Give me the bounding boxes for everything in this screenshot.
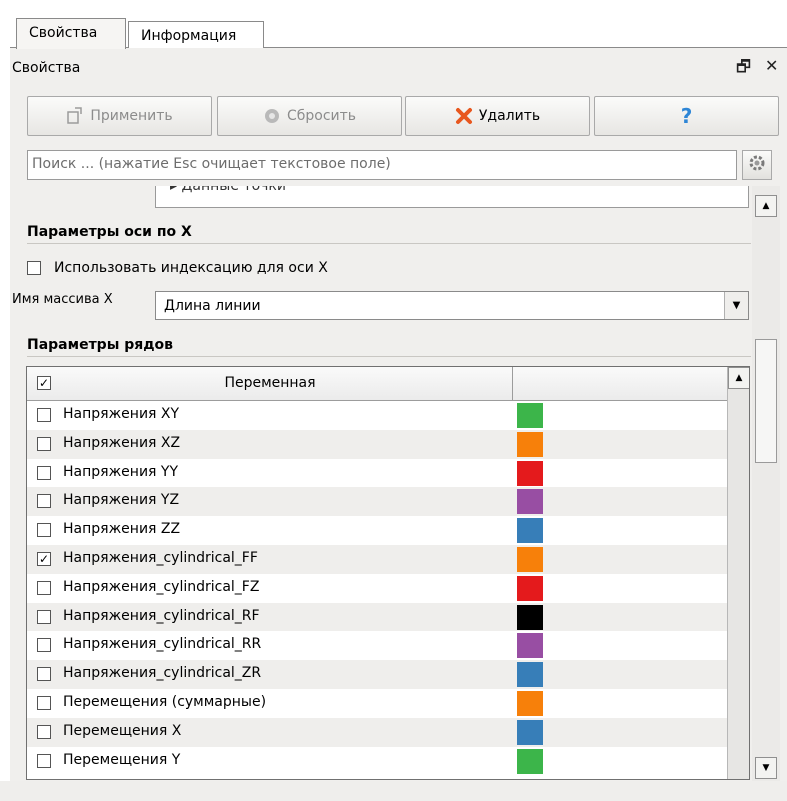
series-color-swatch[interactable] — [517, 431, 543, 457]
series-color-swatch[interactable] — [517, 518, 543, 544]
series-color-swatch[interactable] — [517, 575, 543, 601]
series-name: Напряжения YZ — [63, 492, 180, 509]
series-color-swatch[interactable] — [517, 460, 543, 486]
column-variable-label: Переменная — [224, 375, 316, 391]
series-name: Перемещения (суммарные) — [63, 694, 267, 710]
tab-properties[interactable]: Свойства — [16, 18, 126, 49]
series-checkbox[interactable] — [37, 724, 51, 739]
series-color-swatch[interactable] — [517, 604, 543, 630]
series-name: Напряжения XZ — [63, 434, 181, 451]
series-name: Напряжения_cylindrical_FZ — [63, 578, 260, 595]
panel-scroll-up-button[interactable]: ▲ — [755, 195, 777, 217]
array-name-label: Имя масcива X — [12, 292, 113, 307]
bottom-strip — [0, 781, 787, 801]
series-color-swatch[interactable] — [517, 489, 543, 515]
gear-icon — [747, 153, 767, 177]
tab-information[interactable]: Информация — [128, 21, 264, 48]
table-row[interactable]: ✓ Напряжения_cylindrical_FF — [27, 545, 727, 574]
chevron-down-icon[interactable]: ▼ — [724, 292, 748, 319]
point-data-item: ▸ Данные точки — [170, 186, 286, 194]
series-section-title: Параметры рядов — [27, 337, 174, 353]
table-row[interactable]: Напряжения_cylindrical_RF — [27, 602, 727, 632]
series-name: Напряжения_cylindrical_RR — [63, 636, 262, 653]
table-row[interactable]: Перемещения X — [27, 717, 727, 747]
series-checkbox[interactable]: ✓ — [37, 552, 51, 566]
reset-icon — [263, 107, 281, 125]
point-data-list[interactable]: ▸ Данные точки — [155, 186, 749, 208]
table-header: ✓ Переменная — [27, 367, 727, 401]
table-row[interactable]: Напряжения ZZ — [27, 516, 727, 545]
series-checkbox[interactable] — [37, 667, 51, 682]
apply-label: Применить — [90, 108, 173, 124]
help-icon: ? — [680, 104, 693, 128]
table-row[interactable]: Напряжения_cylindrical_RR — [27, 631, 727, 660]
series-color-swatch[interactable] — [517, 691, 543, 716]
apply-button[interactable]: Применить — [27, 96, 212, 136]
table-row[interactable]: Перемещения Y — [27, 747, 727, 776]
panel-scroll-thumb[interactable] — [755, 339, 777, 463]
use-index-option[interactable]: Использовать индексацию для оси X — [27, 260, 427, 280]
settings-button[interactable] — [742, 150, 772, 180]
series-name: Напряжения_cylindrical_ZR — [63, 665, 262, 682]
table-row[interactable]: Напряжения YZ — [27, 487, 727, 517]
use-index-label: Использовать индексацию для оси X — [54, 260, 328, 276]
series-name: Напряжения YY — [63, 463, 179, 480]
delete-button[interactable]: Удалить — [405, 96, 590, 136]
panel-title: Свойства — [12, 60, 81, 76]
x-array-select[interactable]: Длина линии ▼ — [155, 291, 749, 320]
reset-label: Сбросить — [286, 108, 357, 124]
table-row[interactable]: Напряжения_cylindrical_FZ — [27, 574, 727, 603]
column-header-variable[interactable]: ✓ Переменная — [27, 367, 513, 400]
apply-icon — [66, 107, 84, 125]
series-color-swatch[interactable] — [517, 403, 543, 428]
x-array-value: Длина линии — [164, 298, 261, 314]
series-checkbox[interactable] — [37, 580, 51, 595]
table-row[interactable]: Напряжения XY — [27, 401, 727, 430]
series-checkbox[interactable] — [37, 638, 51, 653]
series-name: Перемещения Y — [63, 751, 181, 768]
table-scrollbar[interactable]: ▲ — [727, 367, 749, 779]
series-checkbox[interactable] — [37, 609, 51, 624]
divider — [27, 243, 751, 244]
series-color-swatch[interactable] — [517, 719, 543, 745]
scroll-up-button[interactable]: ▲ — [728, 367, 749, 389]
series-checkbox[interactable] — [37, 696, 51, 710]
series-name: Перемещения X — [63, 722, 182, 739]
series-checkbox[interactable] — [37, 408, 51, 422]
close-icon[interactable]: ✕ — [765, 56, 778, 75]
series-checkbox[interactable] — [37, 436, 51, 451]
series-table: ✓ Переменная Напряжения XY Напряжения XZ Н… — [26, 366, 750, 780]
reset-button[interactable]: Сбросить — [217, 96, 402, 136]
use-index-checkbox[interactable] — [27, 261, 41, 275]
panel-scroll-down-button[interactable]: ▼ — [755, 757, 777, 779]
search-input[interactable]: Поиск ... (нажатие Esc очищает текстовое… — [27, 150, 737, 180]
table-row[interactable]: Напряжения YY — [27, 459, 727, 488]
series-checkbox[interactable] — [37, 494, 51, 509]
divider — [27, 356, 751, 357]
table-row[interactable]: Перемещения (суммарные) — [27, 689, 727, 718]
table-row[interactable]: Напряжения_cylindrical_ZR — [27, 660, 727, 689]
panel-scrollbar[interactable] — [752, 186, 780, 781]
column-header-color[interactable] — [513, 367, 727, 400]
series-color-swatch[interactable] — [517, 662, 543, 688]
x-axis-section-title: Параметры оси по X — [27, 224, 192, 240]
table-row[interactable]: Напряжения XZ — [27, 429, 727, 459]
delete-icon — [455, 107, 473, 125]
series-name: Напряжения XY — [63, 406, 180, 422]
series-color-swatch[interactable] — [517, 633, 543, 659]
series-name: Напряжения_cylindrical_RF — [63, 607, 260, 624]
series-color-swatch[interactable] — [517, 547, 543, 572]
series-name: Напряжения ZZ — [63, 521, 181, 538]
series-checkbox[interactable] — [37, 523, 51, 538]
series-name: Напряжения_cylindrical_FF — [63, 550, 258, 566]
series-checkbox[interactable] — [37, 465, 51, 480]
delete-label: Удалить — [478, 108, 541, 124]
help-button[interactable]: ? — [594, 96, 779, 136]
series-color-swatch[interactable] — [517, 748, 543, 774]
series-checkbox[interactable] — [37, 753, 51, 768]
float-icon[interactable]: 🗗 — [736, 56, 751, 83]
